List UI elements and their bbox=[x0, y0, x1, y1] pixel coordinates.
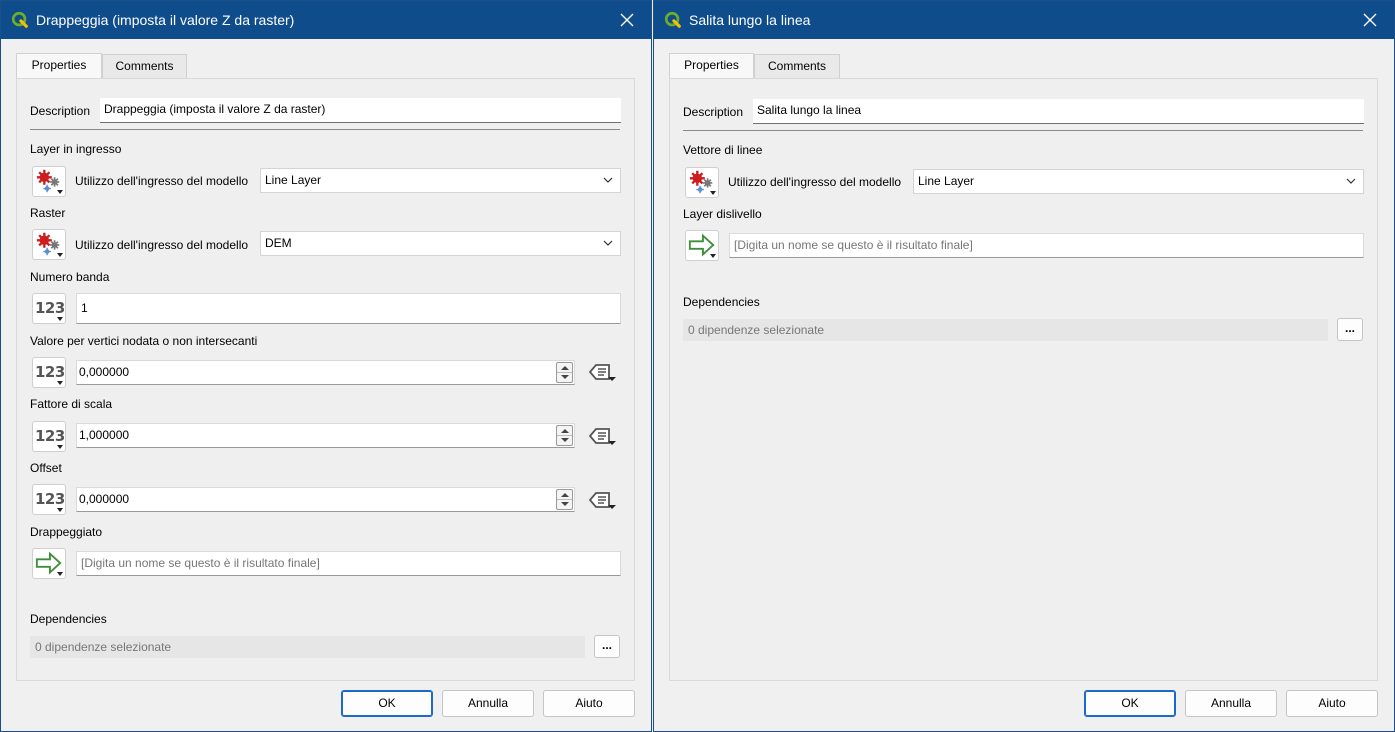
offset-label: Offset bbox=[30, 461, 62, 475]
raster-value: DEM bbox=[265, 236, 292, 250]
number-icon-text: 123 bbox=[35, 363, 65, 381]
properties-pane: Description Salita lungo la linea Vettor… bbox=[669, 78, 1378, 681]
line-vector-value: Line Layer bbox=[918, 174, 975, 188]
line-vector-label: Vettore di linee bbox=[683, 143, 763, 157]
scale-spinbox[interactable]: 1,000000 bbox=[76, 423, 575, 448]
dependencies-label: Dependencies bbox=[683, 295, 760, 309]
output-name-input[interactable]: [Digita un nome se questo è il risultato… bbox=[76, 551, 621, 576]
dependencies-button[interactable]: ... bbox=[594, 635, 620, 658]
separator-line bbox=[30, 129, 620, 130]
description-label: Description bbox=[683, 105, 744, 119]
qgis-logo-icon bbox=[11, 11, 28, 28]
input-layer-label: Layer in ingresso bbox=[30, 142, 122, 156]
dependencies-field: 0 dipendenze selezionate bbox=[30, 636, 585, 658]
ok-button[interactable]: OK bbox=[1084, 690, 1176, 717]
tab-properties[interactable]: Properties bbox=[16, 53, 102, 78]
band-label: Numero banda bbox=[30, 270, 110, 284]
help-button[interactable]: Aiuto bbox=[543, 690, 635, 717]
output-arrow-icon[interactable] bbox=[685, 230, 719, 261]
number-icon-text: 123 bbox=[35, 427, 65, 445]
title-bar[interactable]: Drappeggia (imposta il valore Z da raste… bbox=[1, 1, 651, 39]
title-bar[interactable]: Salita lungo la linea bbox=[654, 1, 1394, 39]
separator-line bbox=[683, 130, 1363, 131]
window-title: Drappeggia (imposta il valore Z da raste… bbox=[36, 12, 295, 28]
cancel-button[interactable]: Annulla bbox=[442, 690, 534, 717]
nodata-label: Valore per vertici nodata o non intersec… bbox=[30, 334, 258, 348]
data-defined-override-icon[interactable] bbox=[587, 424, 617, 448]
chevron-down-icon bbox=[1346, 178, 1356, 184]
close-icon[interactable] bbox=[1360, 10, 1380, 30]
line-vector-select[interactable]: Line Layer bbox=[913, 169, 1364, 194]
number-123-icon[interactable]: 123 bbox=[32, 293, 66, 324]
data-defined-override-icon[interactable] bbox=[587, 488, 617, 512]
number-icon-text: 123 bbox=[35, 299, 65, 317]
chevron-down-icon bbox=[603, 177, 613, 183]
number-123-icon[interactable]: 123 bbox=[32, 484, 66, 515]
properties-pane: Description Drappeggia (imposta il valor… bbox=[16, 78, 635, 681]
input-layer-source-label: Utilizzo dell'ingresso del modello bbox=[75, 174, 249, 188]
window-title: Salita lungo la linea bbox=[689, 12, 811, 28]
description-label: Description bbox=[30, 104, 91, 118]
line-vector-source-label: Utilizzo dell'ingresso del modello bbox=[728, 175, 902, 189]
number-123-icon[interactable]: 123 bbox=[32, 421, 66, 452]
offset-value: 0,000000 bbox=[79, 492, 130, 506]
cancel-button[interactable]: Annulla bbox=[1185, 690, 1277, 717]
scale-label: Fattore di scala bbox=[30, 397, 113, 411]
band-input[interactable]: 1 bbox=[76, 293, 621, 324]
output-label: Drappeggiato bbox=[30, 525, 103, 539]
tab-properties[interactable]: Properties bbox=[669, 53, 754, 78]
model-input-icon[interactable] bbox=[32, 166, 66, 197]
raster-source-label: Utilizzo dell'ingresso del modello bbox=[75, 238, 249, 252]
model-input-icon[interactable] bbox=[685, 167, 719, 198]
input-layer-select[interactable]: Line Layer bbox=[260, 168, 621, 193]
help-button[interactable]: Aiuto bbox=[1286, 690, 1378, 717]
input-layer-value: Line Layer bbox=[265, 173, 322, 187]
close-icon[interactable] bbox=[617, 10, 637, 30]
description-input[interactable]: Drappeggia (imposta il valore Z da raste… bbox=[100, 98, 621, 123]
number-123-icon[interactable]: 123 bbox=[32, 357, 66, 388]
offset-spinbox[interactable]: 0,000000 bbox=[76, 487, 575, 512]
chevron-down-icon bbox=[603, 240, 613, 246]
raster-select[interactable]: DEM bbox=[260, 231, 621, 256]
output-arrow-icon[interactable] bbox=[32, 548, 66, 579]
tab-comments[interactable]: Comments bbox=[754, 54, 840, 78]
spin-arrows[interactable] bbox=[556, 425, 573, 446]
dialog-salita: Salita lungo la linea Properties Comment… bbox=[653, 0, 1395, 732]
dialog-drappeggia: Drappeggia (imposta il valore Z da raste… bbox=[0, 0, 652, 732]
dependencies-field: 0 dipendenze selezionate bbox=[683, 319, 1328, 341]
nodata-spinbox[interactable]: 0,000000 bbox=[76, 360, 575, 385]
dependencies-button[interactable]: ... bbox=[1337, 318, 1363, 341]
output-label: Layer dislivello bbox=[683, 207, 762, 221]
raster-label: Raster bbox=[30, 206, 66, 220]
qgis-logo-icon bbox=[664, 11, 681, 28]
data-defined-override-icon[interactable] bbox=[587, 360, 617, 384]
output-name-input[interactable]: [Digita un nome se questo è il risultato… bbox=[729, 233, 1364, 258]
scale-value: 1,000000 bbox=[79, 428, 130, 442]
spin-arrows[interactable] bbox=[556, 489, 573, 510]
number-icon-text: 123 bbox=[35, 490, 65, 508]
model-input-icon[interactable] bbox=[32, 229, 66, 260]
dependencies-label: Dependencies bbox=[30, 612, 107, 626]
ok-button[interactable]: OK bbox=[341, 690, 433, 717]
spin-arrows[interactable] bbox=[556, 362, 573, 383]
tab-comments[interactable]: Comments bbox=[102, 54, 187, 78]
description-input[interactable]: Salita lungo la linea bbox=[753, 99, 1364, 124]
nodata-value: 0,000000 bbox=[79, 365, 130, 379]
